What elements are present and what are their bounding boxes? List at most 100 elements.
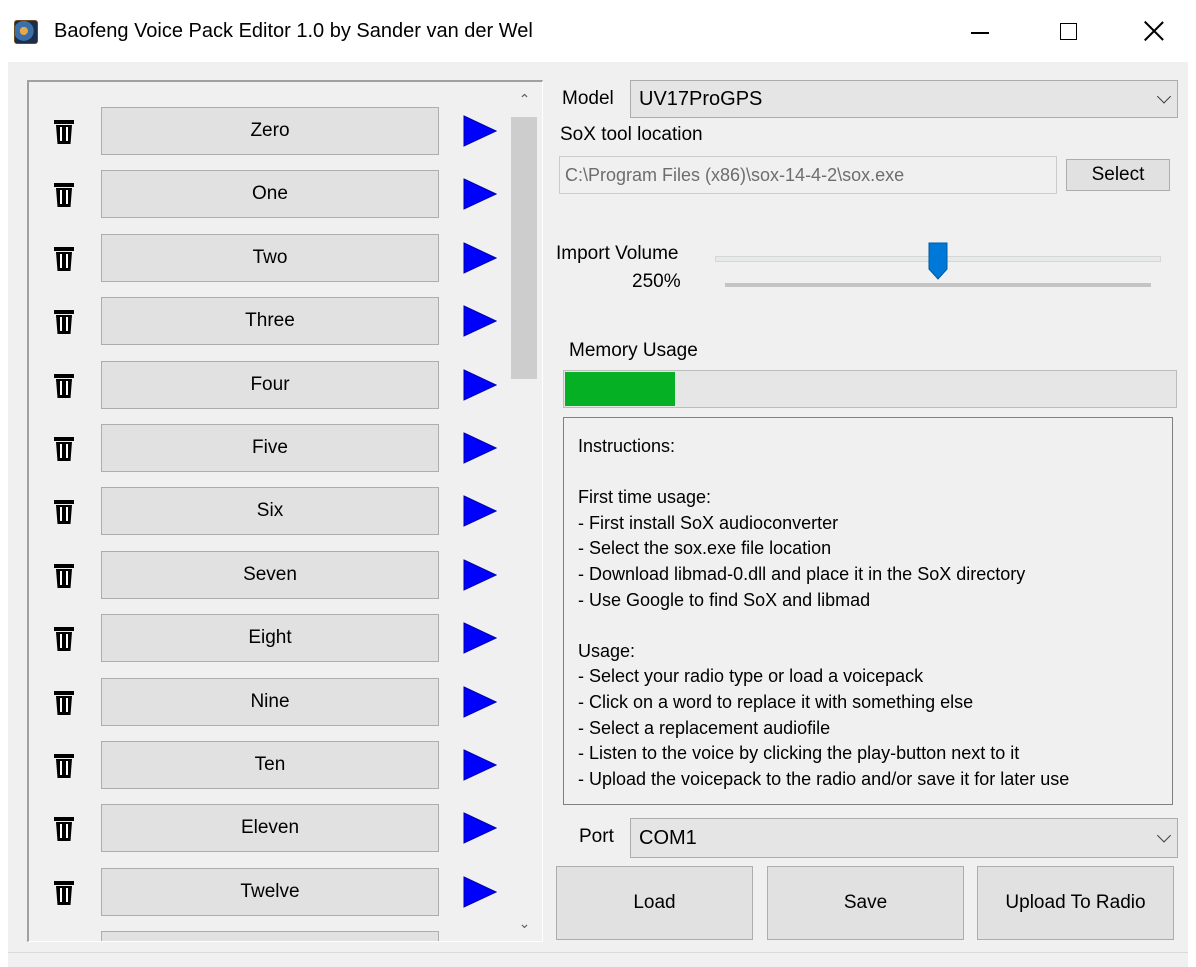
instruction-line: - Upload the voicepack to the radio and/… bbox=[578, 768, 1070, 789]
trash-icon[interactable] bbox=[53, 499, 75, 525]
instruction-line: - Select the sox.exe file location bbox=[578, 538, 832, 559]
play-icon[interactable] bbox=[463, 432, 497, 464]
port-select[interactable]: COM1 bbox=[630, 818, 1178, 858]
play-icon[interactable] bbox=[463, 685, 497, 718]
play-icon[interactable] bbox=[463, 305, 497, 337]
import-volume-value: 250% bbox=[632, 271, 681, 292]
word-row: Five bbox=[29, 424, 509, 474]
play-icon[interactable] bbox=[463, 749, 497, 781]
word-row: Six bbox=[29, 487, 509, 537]
word-button-seven[interactable]: Seven bbox=[101, 550, 439, 599]
word-row: Eleven bbox=[29, 804, 509, 854]
word-button-four[interactable]: Four bbox=[101, 360, 439, 409]
close-icon bbox=[1144, 21, 1164, 41]
word-button-partial[interactable] bbox=[101, 931, 439, 941]
save-button[interactable]: Save bbox=[767, 866, 964, 940]
word-row: Twelve bbox=[29, 867, 509, 918]
word-button-eight[interactable]: Eight bbox=[101, 614, 439, 663]
sox-path-field[interactable]: C:\Program Files (x86)\sox-14-4-2\sox.ex… bbox=[559, 156, 1057, 194]
memory-usage-bar bbox=[563, 370, 1177, 408]
instruction-line bbox=[578, 613, 1172, 639]
chevron-down-icon bbox=[1156, 828, 1172, 843]
memory-usage-label: Memory Usage bbox=[569, 340, 698, 361]
word-row: Ten bbox=[29, 741, 509, 791]
play-icon[interactable] bbox=[463, 495, 497, 528]
trash-icon[interactable] bbox=[53, 626, 75, 652]
sox-location-label: SoX tool location bbox=[560, 124, 703, 145]
word-row: Three bbox=[29, 297, 509, 347]
trash-icon[interactable] bbox=[53, 563, 75, 589]
import-volume-label: Import Volume bbox=[556, 243, 679, 264]
instruction-line: - Download libmad-0.dll and place it in … bbox=[578, 563, 1026, 584]
port-label: Port bbox=[579, 826, 614, 847]
instruction-line: - First install SoX audioconverter bbox=[578, 512, 839, 533]
instructions-box: Instructions: First time usage: - First in… bbox=[563, 417, 1173, 805]
word-list-scrollbar[interactable]: ⌃ ⌄ bbox=[508, 82, 541, 940]
play-icon[interactable] bbox=[463, 115, 497, 147]
word-button-ten[interactable]: Ten bbox=[101, 741, 439, 789]
status-bar bbox=[8, 952, 1188, 967]
word-button-five[interactable]: Five bbox=[101, 424, 439, 472]
minimize-icon bbox=[971, 32, 989, 34]
instruction-line: - Select your radio type or load a voice… bbox=[578, 666, 924, 687]
volume-slider-tick-line bbox=[725, 283, 1151, 287]
model-select[interactable]: UV17ProGPS bbox=[630, 80, 1178, 118]
word-row: Zero bbox=[29, 107, 509, 157]
word-button-zero[interactable]: Zero bbox=[101, 107, 439, 155]
upload-to-radio-button[interactable]: Upload To Radio bbox=[977, 866, 1174, 940]
scroll-down-button[interactable]: ⌄ bbox=[508, 906, 541, 940]
trash-icon[interactable] bbox=[53, 373, 75, 399]
word-button-six[interactable]: Six bbox=[101, 487, 439, 536]
word-row: Eight bbox=[29, 614, 509, 664]
instruction-line: - Listen to the voice by clicking the pl… bbox=[578, 743, 1020, 764]
app-icon bbox=[14, 20, 38, 44]
word-button-two[interactable]: Two bbox=[101, 233, 439, 282]
trash-icon[interactable] bbox=[53, 436, 75, 462]
instruction-line: - Select a replacement audiofile bbox=[578, 717, 831, 738]
instruction-line: - Click on a word to replace it with som… bbox=[578, 691, 974, 712]
instruction-line: First time usage: bbox=[578, 487, 712, 508]
word-row: Four bbox=[29, 360, 509, 411]
volume-slider-thumb[interactable] bbox=[928, 242, 948, 280]
select-sox-button[interactable]: Select bbox=[1066, 159, 1170, 191]
play-icon[interactable] bbox=[463, 178, 497, 211]
trash-icon[interactable] bbox=[53, 309, 75, 335]
scroll-up-button[interactable]: ⌃ bbox=[508, 82, 541, 116]
word-list-panel[interactable]: Zero One Two Three Four Five Six Seven Eight Nine… bbox=[27, 80, 543, 942]
word-button-one[interactable]: One bbox=[101, 170, 439, 219]
play-icon[interactable] bbox=[463, 559, 497, 591]
trash-icon[interactable] bbox=[53, 182, 75, 208]
trash-icon[interactable] bbox=[53, 753, 75, 779]
trash-icon[interactable] bbox=[53, 690, 75, 716]
trash-icon[interactable] bbox=[53, 119, 75, 145]
word-button-three[interactable]: Three bbox=[101, 297, 439, 346]
word-row: One bbox=[29, 170, 509, 220]
memory-usage-fill bbox=[565, 372, 675, 406]
word-row: Seven bbox=[29, 550, 509, 601]
trash-icon[interactable] bbox=[53, 816, 75, 842]
instruction-line: Instructions: bbox=[578, 436, 676, 456]
play-icon[interactable] bbox=[463, 622, 497, 654]
play-icon[interactable] bbox=[463, 242, 497, 274]
instruction-line bbox=[578, 460, 1172, 486]
maximize-button[interactable] bbox=[1024, 0, 1112, 62]
scroll-thumb[interactable] bbox=[511, 117, 537, 379]
window-title: Baofeng Voice Pack Editor 1.0 by Sander … bbox=[54, 20, 533, 42]
play-icon[interactable] bbox=[463, 876, 497, 908]
trash-icon[interactable] bbox=[53, 246, 75, 272]
load-button[interactable]: Load bbox=[556, 866, 753, 940]
instruction-line: Usage: bbox=[578, 640, 636, 661]
model-label: Model bbox=[562, 88, 614, 109]
model-select-value: UV17ProGPS bbox=[639, 87, 763, 110]
port-select-value: COM1 bbox=[639, 826, 697, 849]
instruction-line: - Use Google to find SoX and libmad bbox=[578, 589, 871, 610]
minimize-button[interactable] bbox=[936, 0, 1024, 62]
word-button-eleven[interactable]: Eleven bbox=[101, 804, 439, 853]
close-button[interactable] bbox=[1110, 0, 1196, 62]
trash-icon[interactable] bbox=[53, 880, 75, 906]
maximize-icon bbox=[1059, 22, 1077, 40]
play-icon[interactable] bbox=[463, 812, 497, 845]
word-button-nine[interactable]: Nine bbox=[101, 677, 439, 726]
play-icon[interactable] bbox=[463, 368, 497, 401]
word-button-twelve[interactable]: Twelve bbox=[101, 867, 439, 916]
